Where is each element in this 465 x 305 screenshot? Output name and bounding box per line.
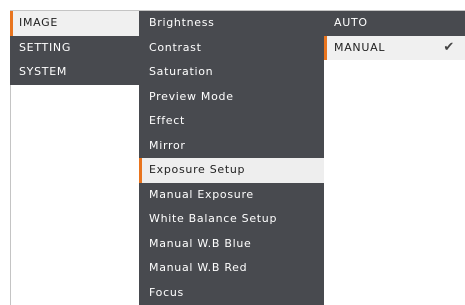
submenu-item-brightness[interactable]: Brightness	[139, 11, 324, 36]
option-label: AUTO	[334, 16, 368, 29]
option-auto[interactable]: AUTO	[324, 11, 465, 36]
submenu-item-exposure-setup[interactable]: Exposure Setup	[139, 158, 324, 183]
category-label: IMAGE	[19, 16, 58, 29]
submenu-item-saturation[interactable]: Saturation	[139, 60, 324, 85]
submenu-item-mirror[interactable]: Mirror	[139, 134, 324, 159]
submenu-label: Preview Mode	[149, 90, 234, 103]
submenu-item-white-balance-setup[interactable]: White Balance Setup	[139, 207, 324, 232]
submenu-item-manual-exposure[interactable]: Manual Exposure	[139, 183, 324, 208]
option-label: MANUAL	[334, 41, 385, 54]
exposure-options: AUTO MANUAL ✔	[324, 11, 465, 60]
checkmark-icon: ✔	[443, 36, 455, 61]
submenu-item-contrast[interactable]: Contrast	[139, 36, 324, 61]
category-label: SETTING	[19, 41, 71, 54]
submenu-label: Manual W.B Blue	[149, 237, 251, 250]
submenu-label: White Balance Setup	[149, 212, 277, 225]
image-submenu: Brightness Contrast Saturation Preview M…	[139, 11, 324, 305]
category-image[interactable]: IMAGE	[10, 11, 139, 36]
submenu-label: Contrast	[149, 41, 202, 54]
submenu-item-focus[interactable]: Focus	[139, 281, 324, 305]
submenu-label: Manual Exposure	[149, 188, 254, 201]
category-setting[interactable]: SETTING	[10, 36, 139, 61]
submenu-label: Saturation	[149, 65, 213, 78]
submenu-item-effect[interactable]: Effect	[139, 109, 324, 134]
submenu-label: Manual W.B Red	[149, 261, 247, 274]
submenu-label: Mirror	[149, 139, 186, 152]
category-label: SYSTEM	[19, 65, 67, 78]
option-manual[interactable]: MANUAL ✔	[324, 36, 465, 61]
submenu-item-manual-wb-blue[interactable]: Manual W.B Blue	[139, 232, 324, 257]
submenu-label: Effect	[149, 114, 185, 127]
category-menu: IMAGE SETTING SYSTEM	[10, 11, 139, 85]
submenu-item-manual-wb-red[interactable]: Manual W.B Red	[139, 256, 324, 281]
submenu-label: Brightness	[149, 16, 215, 29]
category-system[interactable]: SYSTEM	[10, 60, 139, 85]
submenu-label: Exposure Setup	[149, 163, 245, 176]
submenu-label: Focus	[149, 286, 184, 299]
submenu-item-preview-mode[interactable]: Preview Mode	[139, 85, 324, 110]
